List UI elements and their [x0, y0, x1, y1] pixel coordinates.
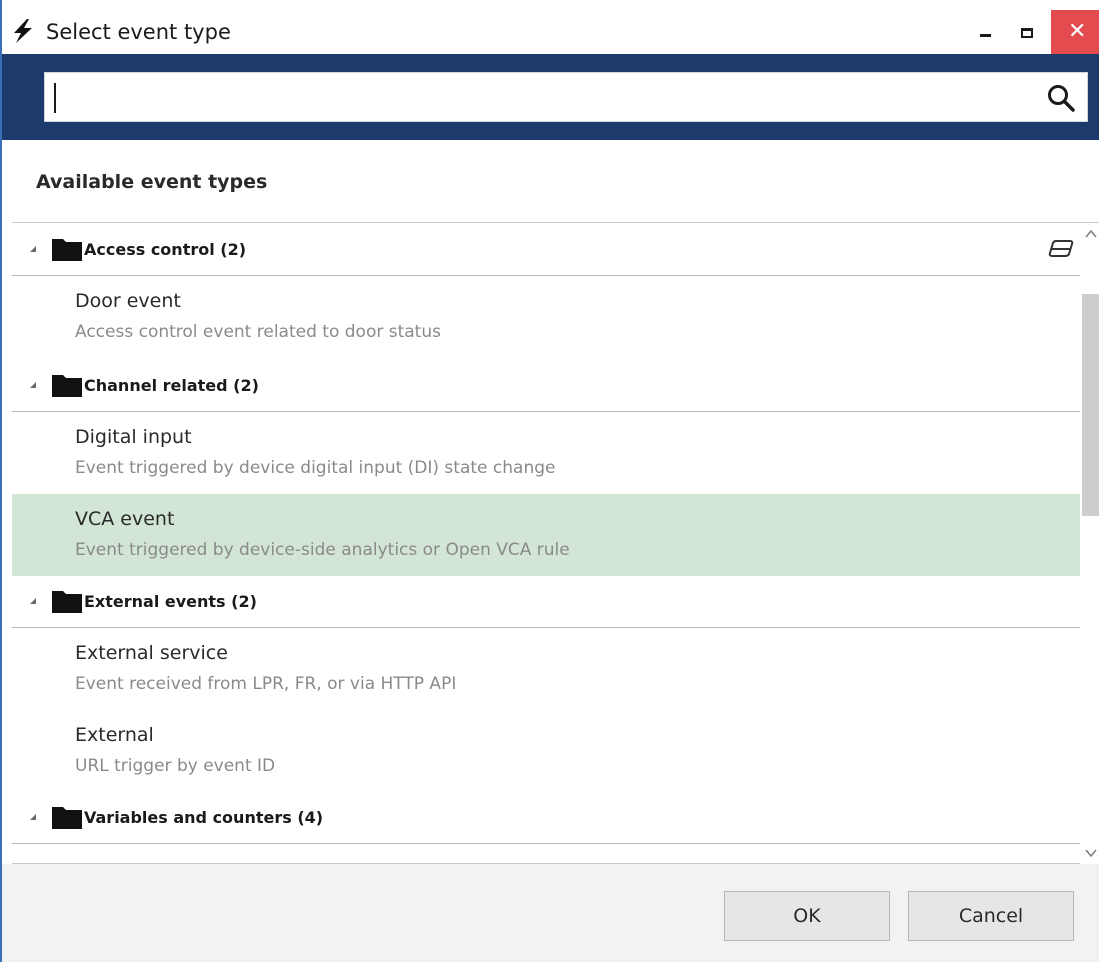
- item-description: Access control event related to door sta…: [75, 322, 441, 342]
- scroll-down-icon[interactable]: [1085, 848, 1097, 858]
- item-name: External service: [75, 642, 228, 664]
- group-label: External events (2): [84, 592, 257, 611]
- ok-button[interactable]: OK: [724, 891, 890, 941]
- list-item-external-service[interactable]: External service Event received from LPR…: [12, 628, 1080, 710]
- event-type-list: Access control (2) Door event Access con…: [12, 224, 1080, 864]
- collapse-arrow-icon[interactable]: [30, 814, 36, 820]
- maximize-button[interactable]: [1007, 12, 1047, 54]
- group-label: Variables and counters (4): [84, 808, 324, 827]
- list-item-external[interactable]: External URL trigger by event ID: [12, 710, 1080, 792]
- scroll-thumb[interactable]: [1082, 294, 1099, 516]
- cancel-button[interactable]: Cancel: [908, 891, 1074, 941]
- group-header-external-events[interactable]: External events (2): [12, 576, 1080, 628]
- close-button[interactable]: ✕: [1051, 10, 1099, 54]
- section-title: Available event types: [36, 171, 268, 193]
- list-item-door-event[interactable]: Door event Access control event related …: [12, 276, 1080, 358]
- event-types-panel: Available event types Access control (2)…: [2, 140, 1099, 864]
- item-name: External: [75, 724, 154, 746]
- collapse-arrow-icon[interactable]: [30, 598, 36, 604]
- list-item-digital-input[interactable]: Digital input Event triggered by device …: [12, 412, 1080, 494]
- search-box[interactable]: [44, 72, 1088, 122]
- window-title: Select event type: [46, 20, 231, 44]
- group-label: Channel related (2): [84, 376, 259, 395]
- item-description: Event triggered by device-side analytics…: [75, 540, 570, 560]
- list-item-vca-event[interactable]: VCA event Event triggered by device-side…: [12, 494, 1080, 576]
- folder-icon: [52, 239, 82, 261]
- group-header-channel-related[interactable]: Channel related (2): [12, 360, 1080, 412]
- divider: [12, 222, 1099, 223]
- folder-icon: [52, 375, 82, 397]
- minimize-icon: [980, 34, 991, 37]
- folder-icon: [52, 807, 82, 829]
- dialog-window: Select event type ✕ Available event type…: [0, 0, 1099, 962]
- maximize-icon: [1021, 28, 1033, 38]
- folder-icon: [52, 591, 82, 613]
- text-caret: [54, 83, 56, 113]
- scroll-up-icon[interactable]: [1085, 229, 1097, 239]
- dialog-footer: OK Cancel: [2, 864, 1099, 962]
- close-icon: ✕: [1068, 19, 1087, 44]
- group-header-variables-and-counters[interactable]: Variables and counters (4): [12, 792, 1080, 844]
- item-description: URL trigger by event ID: [75, 756, 276, 776]
- lightning-bolt-icon: [14, 19, 32, 43]
- item-name: VCA event: [75, 508, 175, 530]
- group-divider: [12, 843, 1080, 844]
- item-description: Event received from LPR, FR, or via HTTP…: [75, 674, 457, 694]
- search-bar: [2, 54, 1099, 140]
- search-icon[interactable]: [1045, 82, 1077, 114]
- item-description: Event triggered by device digital input …: [75, 458, 556, 478]
- item-name: Digital input: [75, 426, 192, 448]
- vertical-scrollbar[interactable]: [1082, 224, 1099, 864]
- collapse-arrow-icon[interactable]: [30, 382, 36, 388]
- group-header-access-control[interactable]: Access control (2): [12, 224, 1080, 276]
- item-name: Door event: [75, 290, 181, 312]
- search-input[interactable]: [53, 81, 1023, 115]
- title-bar[interactable]: Select event type ✕: [2, 0, 1099, 54]
- eraser-icon[interactable]: [1048, 238, 1074, 258]
- collapse-arrow-icon[interactable]: [30, 246, 36, 252]
- group-label: Access control (2): [84, 240, 247, 259]
- minimize-button[interactable]: [964, 12, 1004, 54]
